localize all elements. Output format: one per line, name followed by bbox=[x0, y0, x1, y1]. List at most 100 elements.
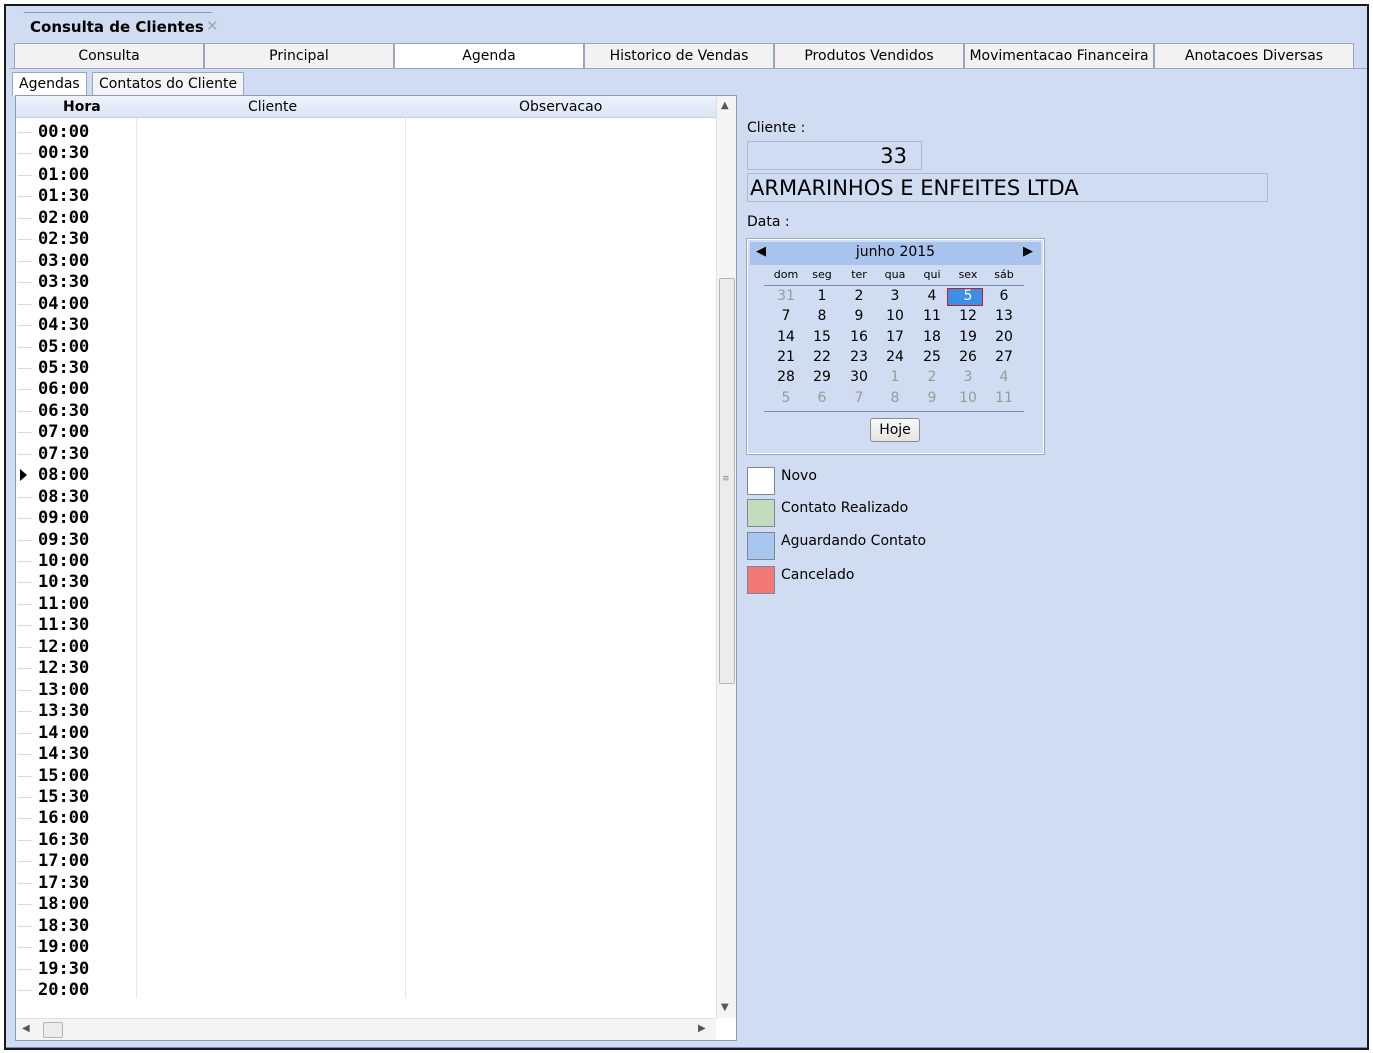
calendar-day[interactable]: 11 bbox=[986, 390, 1022, 406]
calendar-day[interactable]: 17 bbox=[877, 329, 913, 345]
calendar-day[interactable]: 6 bbox=[804, 390, 840, 406]
calendar-day[interactable]: 3 bbox=[877, 288, 913, 304]
client-code-field[interactable]: 33 bbox=[747, 141, 922, 170]
tab-anotacoes-diversas[interactable]: Anotacoes Diversas bbox=[1154, 43, 1354, 69]
date-calendar[interactable]: junho 2015 ◀ ▶ dom seg ter qua qui sex sáb 31 1… bbox=[746, 238, 1045, 455]
calendar-day[interactable]: 10 bbox=[877, 308, 913, 324]
table-row[interactable]: 14:30 bbox=[16, 743, 716, 765]
calendar-day[interactable]: 12 bbox=[950, 308, 986, 324]
calendar-day[interactable]: 14 bbox=[768, 329, 804, 345]
tab-movimentacao-financeira[interactable]: Movimentacao Financeira bbox=[964, 43, 1154, 69]
horizontal-scrollbar[interactable]: ◀ ▶ bbox=[16, 1018, 716, 1040]
table-row[interactable]: 11:30 bbox=[16, 614, 716, 636]
calendar-day[interactable]: 8 bbox=[804, 308, 840, 324]
table-row[interactable]: 13:00 bbox=[16, 679, 716, 701]
column-header-hora[interactable]: Hora bbox=[63, 99, 101, 115]
calendar-day[interactable]: 2 bbox=[841, 288, 877, 304]
table-row[interactable]: 01:00 bbox=[16, 164, 716, 186]
calendar-day[interactable]: 23 bbox=[841, 349, 877, 365]
document-tab-title[interactable]: Consulta de Clientes bbox=[30, 18, 204, 36]
table-row[interactable]: 10:30 bbox=[16, 571, 716, 593]
table-row[interactable]: 19:00 bbox=[16, 936, 716, 958]
table-row[interactable]: 12:30 bbox=[16, 657, 716, 679]
calendar-day[interactable]: 13 bbox=[986, 308, 1022, 324]
client-name-field[interactable]: ARMARINHOS E ENFEITES LTDA bbox=[747, 173, 1268, 202]
table-row[interactable]: 08:30 bbox=[16, 486, 716, 508]
table-row[interactable]: 11:00 bbox=[16, 593, 716, 615]
calendar-day[interactable]: 5 bbox=[768, 390, 804, 406]
table-row[interactable]: 05:30 bbox=[16, 357, 716, 379]
table-row[interactable]: 01:30 bbox=[16, 185, 716, 207]
calendar-day[interactable]: 18 bbox=[914, 329, 950, 345]
calendar-day[interactable]: 8 bbox=[877, 390, 913, 406]
table-row[interactable]: 06:30 bbox=[16, 400, 716, 422]
calendar-day[interactable]: 20 bbox=[986, 329, 1022, 345]
calendar-day[interactable]: 6 bbox=[986, 288, 1022, 304]
tab-produtos-vendidos[interactable]: Produtos Vendidos bbox=[774, 43, 964, 69]
table-row[interactable]: 06:00 bbox=[16, 378, 716, 400]
column-header-observacao[interactable]: Observacao bbox=[519, 99, 602, 115]
scroll-down-icon[interactable]: ▼ bbox=[721, 1002, 729, 1013]
table-row[interactable]: 09:30 bbox=[16, 529, 716, 551]
calendar-day[interactable]: 24 bbox=[877, 349, 913, 365]
table-row[interactable]: 03:30 bbox=[16, 271, 716, 293]
calendar-day[interactable]: 5 bbox=[950, 288, 986, 304]
table-row[interactable]: 09:00 bbox=[16, 507, 716, 529]
table-row[interactable]: 02:30 bbox=[16, 228, 716, 250]
calendar-day[interactable]: 10 bbox=[950, 390, 986, 406]
table-row[interactable]: 05:00 bbox=[16, 336, 716, 358]
table-row[interactable]: 00:30 bbox=[16, 142, 716, 164]
table-row[interactable]: 14:00 bbox=[16, 722, 716, 744]
table-row[interactable]: 16:00 bbox=[16, 807, 716, 829]
tab-historico-de-vendas[interactable]: Historico de Vendas bbox=[584, 43, 774, 69]
calendar-day[interactable]: 7 bbox=[768, 308, 804, 324]
prev-month-icon[interactable]: ◀ bbox=[756, 244, 766, 259]
subtab-agendas[interactable]: Agendas bbox=[12, 72, 87, 96]
calendar-day[interactable]: 4 bbox=[914, 288, 950, 304]
table-row[interactable]: 15:30 bbox=[16, 786, 716, 808]
calendar-day[interactable]: 1 bbox=[804, 288, 840, 304]
calendar-day[interactable]: 27 bbox=[986, 349, 1022, 365]
close-icon[interactable]: ✕ bbox=[206, 17, 219, 35]
table-row[interactable]: 16:30 bbox=[16, 829, 716, 851]
tab-principal[interactable]: Principal bbox=[204, 43, 394, 69]
tab-consulta[interactable]: Consulta bbox=[14, 43, 204, 69]
tab-agenda[interactable]: Agenda bbox=[394, 43, 584, 69]
calendar-day[interactable]: 2 bbox=[914, 369, 950, 385]
schedule-grid[interactable]: Hora Cliente Observacao 00:00 00:30 01:00 0… bbox=[15, 95, 737, 1041]
calendar-day[interactable]: 25 bbox=[914, 349, 950, 365]
table-row[interactable]: 04:00 bbox=[16, 293, 716, 315]
calendar-day[interactable]: 7 bbox=[841, 390, 877, 406]
calendar-day[interactable]: 31 bbox=[768, 288, 804, 304]
subtab-contatos-do-cliente[interactable]: Contatos do Cliente bbox=[92, 72, 245, 96]
table-row[interactable]: 15:00 bbox=[16, 765, 716, 787]
calendar-day[interactable]: 3 bbox=[950, 369, 986, 385]
calendar-day[interactable]: 26 bbox=[950, 349, 986, 365]
column-header-cliente[interactable]: Cliente bbox=[248, 99, 297, 115]
calendar-day[interactable]: 21 bbox=[768, 349, 804, 365]
table-row[interactable]: 03:00 bbox=[16, 250, 716, 272]
table-row[interactable]: 18:00 bbox=[16, 893, 716, 915]
table-row[interactable]: 20:00 bbox=[16, 979, 716, 1001]
calendar-day[interactable]: 15 bbox=[804, 329, 840, 345]
table-row[interactable]: 18:30 bbox=[16, 915, 716, 937]
table-row[interactable]: 12:00 bbox=[16, 636, 716, 658]
table-row[interactable]: 00:00 bbox=[16, 121, 716, 143]
table-row[interactable]: 17:30 bbox=[16, 872, 716, 894]
calendar-day[interactable]: 22 bbox=[804, 349, 840, 365]
calendar-day[interactable]: 1 bbox=[877, 369, 913, 385]
calendar-day[interactable]: 9 bbox=[914, 390, 950, 406]
table-row[interactable]: 10:00 bbox=[16, 550, 716, 572]
table-row[interactable]: 19:30 bbox=[16, 958, 716, 980]
table-row[interactable]: 04:30 bbox=[16, 314, 716, 336]
calendar-day[interactable]: 11 bbox=[914, 308, 950, 324]
calendar-day[interactable]: 4 bbox=[986, 369, 1022, 385]
calendar-day[interactable]: 30 bbox=[841, 369, 877, 385]
calendar-day[interactable]: 16 bbox=[841, 329, 877, 345]
table-row[interactable]: 13:30 bbox=[16, 700, 716, 722]
calendar-day[interactable]: 28 bbox=[768, 369, 804, 385]
table-row[interactable]: 17:00 bbox=[16, 850, 716, 872]
calendar-day[interactable]: 9 bbox=[841, 308, 877, 324]
next-month-icon[interactable]: ▶ bbox=[1023, 244, 1033, 259]
table-row[interactable]: 08:00 bbox=[16, 464, 716, 486]
